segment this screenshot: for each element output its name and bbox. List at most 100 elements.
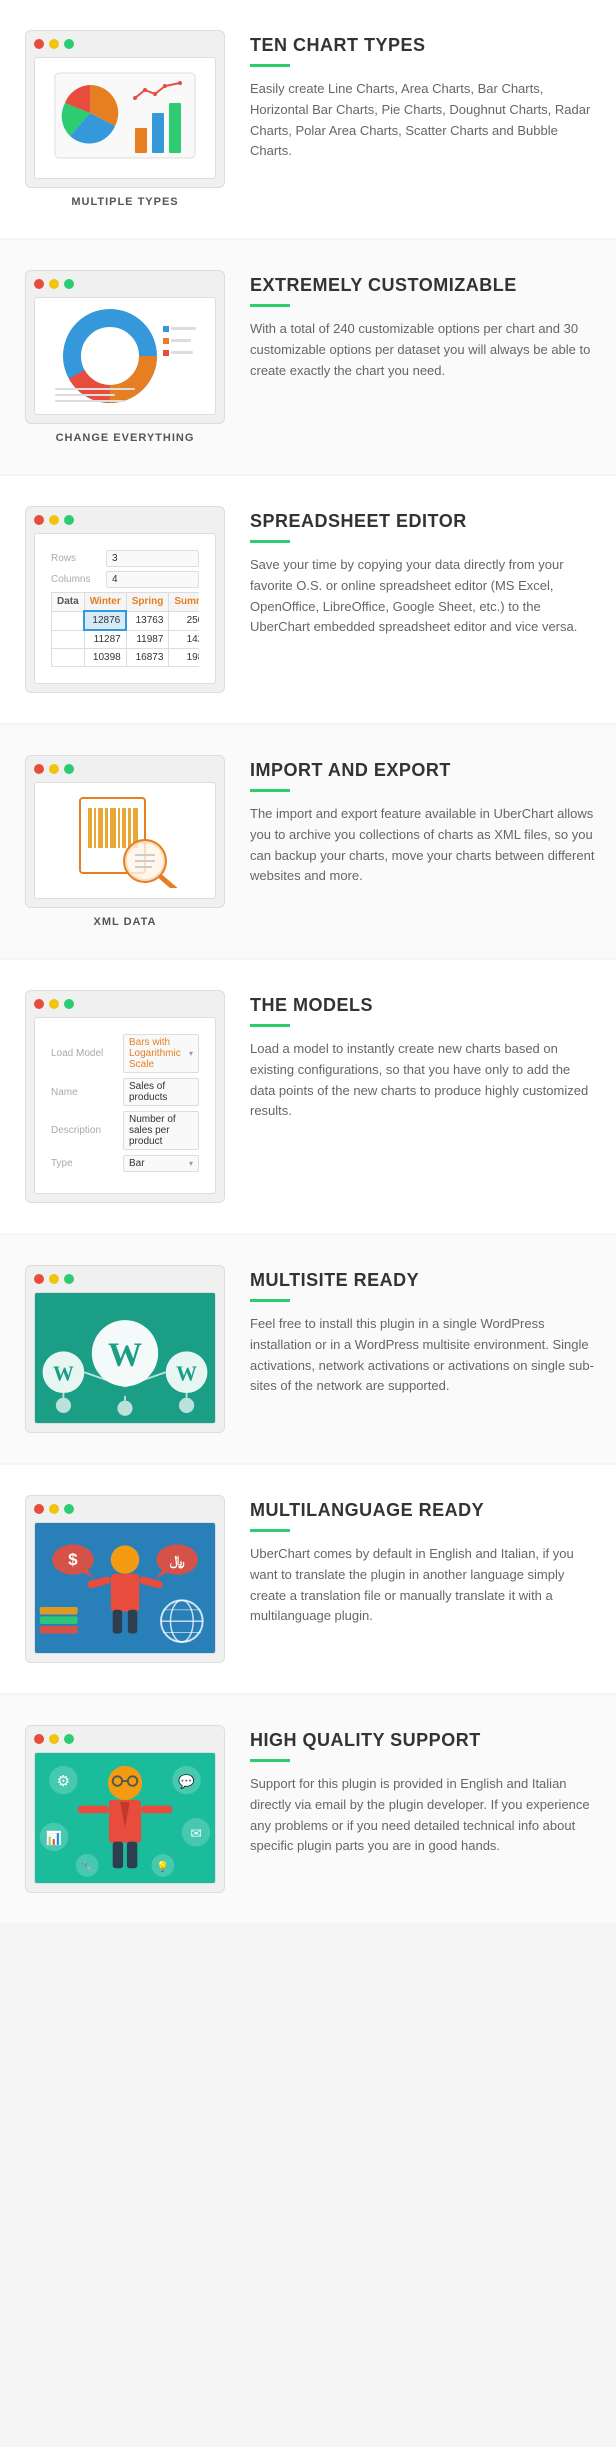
section-text-spreadsheet: Save your time by copying your data dire… (250, 555, 596, 638)
xml-svg (60, 793, 190, 888)
underline-multisite (250, 1299, 290, 1302)
section-right-multilanguage: MULTILANGUAGE READY UberChart comes by d… (250, 1495, 596, 1627)
section-left-import-export: XML DATA (20, 755, 230, 928)
window-dots-2 (34, 279, 216, 289)
section-title-spreadsheet: SPREADSHEET EDITOR (250, 511, 596, 532)
window-dots-3 (34, 515, 216, 525)
dot-green-4 (64, 764, 74, 774)
window-chrome-models: Load Model Bars with Logarithmic Scale ▾… (25, 990, 225, 1203)
dot-red (34, 39, 44, 49)
dot-red-6 (34, 1274, 44, 1284)
window-dots-7 (34, 1504, 216, 1514)
cell-r1-spring[interactable]: 13763 (126, 611, 169, 630)
col-summer: Summer (169, 593, 199, 612)
dot-yellow-4 (49, 764, 59, 774)
spread-row-rows: Rows 3 (51, 550, 199, 567)
row-empty-3 (52, 649, 85, 667)
cell-r2-winter[interactable]: 11287 (84, 630, 126, 649)
dot-yellow (49, 39, 59, 49)
name-label: Name (51, 1087, 123, 1098)
underline-customizable (250, 304, 290, 307)
window-chrome-multilanguage: $ ﷼ (25, 1495, 225, 1663)
cell-r2-spring[interactable]: 11987 (126, 630, 169, 649)
section-title-import-export: IMPORT AND EXPORT (250, 760, 596, 781)
svg-text:💬: 💬 (178, 1773, 195, 1789)
svg-text:W: W (176, 1362, 197, 1386)
dot-green-5 (64, 999, 74, 1009)
multilang-svg: $ ﷼ (35, 1523, 215, 1653)
window-dots-6 (34, 1274, 216, 1284)
multisite-svg: W W W (35, 1293, 215, 1423)
svg-text:💡: 💡 (156, 1860, 169, 1873)
caption-xml: XML DATA (94, 916, 157, 928)
model-row-load: Load Model Bars with Logarithmic Scale ▾ (51, 1034, 199, 1073)
row-empty-1 (52, 611, 85, 630)
window-dots-4 (34, 764, 216, 774)
section-right-multisite: MULTISITE READY Feel free to install thi… (250, 1265, 596, 1397)
section-text-support: Support for this plugin is provided in E… (250, 1774, 596, 1857)
svg-text:﷼: ﷼ (170, 1553, 185, 1569)
description-value[interactable]: Number of sales per product (123, 1111, 199, 1150)
section-title-multisite: MULTISITE READY (250, 1270, 596, 1291)
data-table-wrapper: Data Winter Spring Summer Autumn (51, 592, 199, 667)
table-row: 12876 13763 25098 17823 (52, 611, 200, 630)
type-label: Type (51, 1158, 123, 1169)
name-value[interactable]: Sales of products (123, 1078, 199, 1106)
section-customizable: CHANGE EVERYTHING EXTREMELY CUSTOMIZABLE… (0, 240, 616, 474)
type-select[interactable]: Bar ▾ (123, 1155, 199, 1172)
cell-r3-spring[interactable]: 16873 (126, 649, 169, 667)
window-chrome-import-export (25, 755, 225, 908)
spreadsheet-content: Rows 3 Columns 4 Data Winter (34, 533, 216, 684)
cell-r3-winter[interactable]: 10398 (84, 649, 126, 667)
window-chrome-multisite: W W W (25, 1265, 225, 1433)
dot-green-3 (64, 515, 74, 525)
section-multilanguage: $ ﷼ M (0, 1465, 616, 1693)
load-model-value: Bars with Logarithmic Scale (129, 1037, 189, 1070)
dot-red-4 (34, 764, 44, 774)
section-left-multilanguage: $ ﷼ (20, 1495, 230, 1663)
window-chrome-support: ⚙ 📊 💬 ✉ 🔧 💡 (25, 1725, 225, 1893)
dot-yellow-2 (49, 279, 59, 289)
cols-input[interactable]: 4 (106, 571, 199, 588)
section-title-chart-types: TEN CHART TYPES (250, 35, 596, 56)
col-spring: Spring (126, 593, 169, 612)
underline-models (250, 1024, 290, 1027)
section-text-models: Load a model to instantly create new cha… (250, 1039, 596, 1122)
chevron-down-icon: ▾ (189, 1049, 193, 1058)
cell-r2-summer[interactable]: 14287 (169, 630, 199, 649)
section-import-export: XML DATA IMPORT AND EXPORT The import an… (0, 725, 616, 958)
underline-support (250, 1759, 290, 1762)
section-text-multilanguage: UberChart comes by default in English an… (250, 1544, 596, 1627)
dot-red-2 (34, 279, 44, 289)
dot-green-8 (64, 1734, 74, 1744)
multilanguage-illustration: $ ﷼ (34, 1522, 216, 1654)
data-header-label: Data (52, 593, 85, 612)
svg-text:W: W (53, 1362, 74, 1386)
section-multisite: W W W (0, 1235, 616, 1463)
cell-r1-winter[interactable]: 12876 (84, 611, 126, 630)
svg-text:📊: 📊 (46, 1830, 63, 1846)
rows-input[interactable]: 3 (106, 550, 199, 567)
model-form: Load Model Bars with Logarithmic Scale ▾… (43, 1026, 207, 1185)
cols-label: Columns (51, 574, 106, 585)
donut-svg (45, 306, 205, 406)
section-left-customizable: CHANGE EVERYTHING (20, 270, 230, 444)
section-left-spreadsheet: Rows 3 Columns 4 Data Winter (20, 506, 230, 693)
rows-label: Rows (51, 553, 106, 564)
load-model-select[interactable]: Bars with Logarithmic Scale ▾ (123, 1034, 199, 1073)
section-text-import-export: The import and export feature available … (250, 804, 596, 887)
section-right-import-export: IMPORT AND EXPORT The import and export … (250, 755, 596, 887)
window-chrome-spreadsheet: Rows 3 Columns 4 Data Winter (25, 506, 225, 693)
window-dots-5 (34, 999, 216, 1009)
section-title-customizable: EXTREMELY CUSTOMIZABLE (250, 275, 596, 296)
load-model-label: Load Model (51, 1048, 123, 1059)
window-chrome-chart-types (25, 30, 225, 188)
col-winter: Winter (84, 593, 126, 612)
section-text-chart-types: Easily create Line Charts, Area Charts, … (250, 79, 596, 162)
section-right-models: THE MODELS Load a model to instantly cre… (250, 990, 596, 1122)
caption-customizable: CHANGE EVERYTHING (56, 432, 195, 444)
spread-row-cols: Columns 4 (51, 571, 199, 588)
cell-r1-summer[interactable]: 25098 (169, 611, 199, 630)
cell-r3-summer[interactable]: 19872 (169, 649, 199, 667)
dot-yellow-3 (49, 515, 59, 525)
